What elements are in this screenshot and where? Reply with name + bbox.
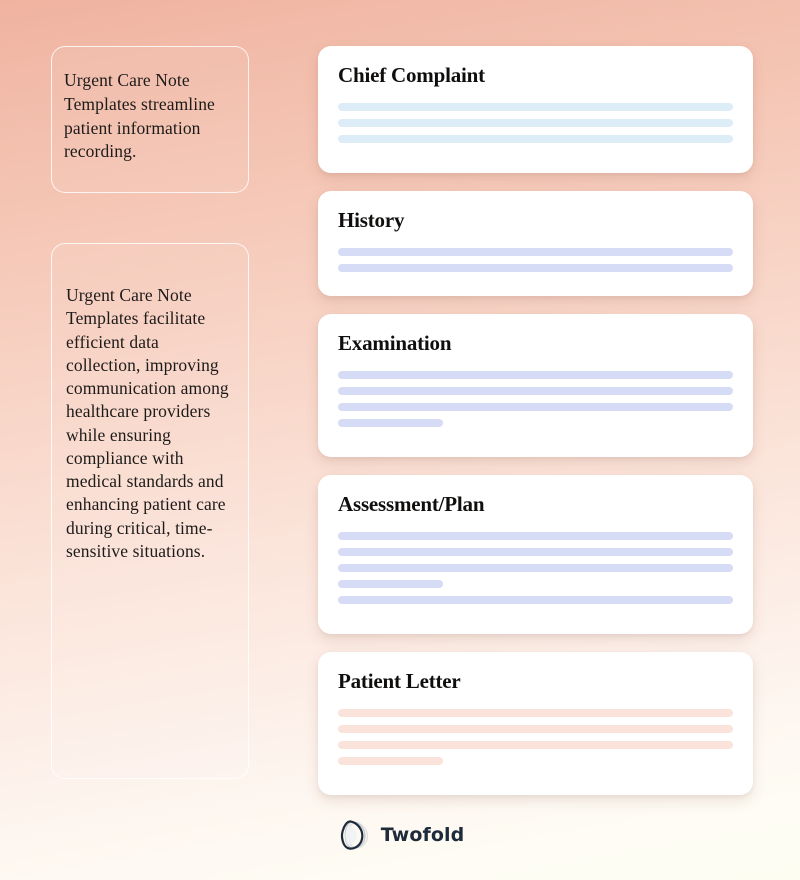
- twofold-teardrop-logo-icon: [336, 818, 370, 852]
- placeholder-line: [338, 532, 733, 541]
- placeholder-line: [338, 725, 733, 734]
- placeholder-line: [338, 119, 733, 128]
- placeholder-line: [338, 564, 733, 573]
- placeholder-lines: [338, 103, 733, 144]
- note-card-title: History: [338, 208, 405, 233]
- placeholder-lines: [338, 248, 733, 273]
- placeholder-line-partial: [338, 757, 443, 766]
- note-card-history[interactable]: History: [318, 191, 753, 297]
- placeholder-line: [338, 596, 733, 605]
- note-cards-column: Chief Complaint History Examination Asse…: [318, 46, 753, 813]
- placeholder-line: [338, 741, 733, 750]
- placeholder-line: [338, 709, 733, 718]
- placeholder-lines: [338, 371, 733, 428]
- note-card-chief-complaint[interactable]: Chief Complaint: [318, 46, 753, 174]
- placeholder-line: [338, 264, 733, 273]
- note-card-title: Patient Letter: [338, 669, 461, 694]
- placeholder-lines: [338, 532, 733, 605]
- detail-quote-card: Urgent Care Note Templates facilitate ef…: [51, 243, 249, 779]
- placeholder-line: [338, 548, 733, 557]
- note-card-title: Assessment/Plan: [338, 492, 485, 517]
- note-card-patient-letter[interactable]: Patient Letter: [318, 652, 753, 796]
- detail-quote-text: Urgent Care Note Templates facilitate ef…: [66, 285, 229, 561]
- brand-name: Twofold: [380, 824, 465, 846]
- placeholder-line: [338, 371, 733, 380]
- note-card-title: Chief Complaint: [338, 63, 485, 87]
- page-root: Urgent Care Note Templates streamline pa…: [0, 0, 800, 880]
- footer-brand: Twofold: [0, 818, 800, 852]
- placeholder-line-partial: [338, 580, 443, 589]
- placeholder-line: [338, 248, 733, 257]
- placeholder-line: [338, 103, 733, 112]
- placeholder-line: [338, 135, 733, 144]
- intro-quote-text: Urgent Care Note Templates streamline pa…: [64, 70, 215, 162]
- left-column: Urgent Care Note Templates streamline pa…: [51, 46, 249, 779]
- intro-quote-card: Urgent Care Note Templates streamline pa…: [51, 46, 249, 193]
- note-card-examination[interactable]: Examination: [318, 314, 753, 458]
- note-card-assessment-plan[interactable]: Assessment/Plan: [318, 475, 753, 635]
- placeholder-line: [338, 403, 733, 412]
- note-card-title: Examination: [338, 331, 452, 356]
- placeholder-line: [338, 387, 733, 396]
- placeholder-lines: [338, 709, 733, 766]
- placeholder-line-partial: [338, 419, 443, 428]
